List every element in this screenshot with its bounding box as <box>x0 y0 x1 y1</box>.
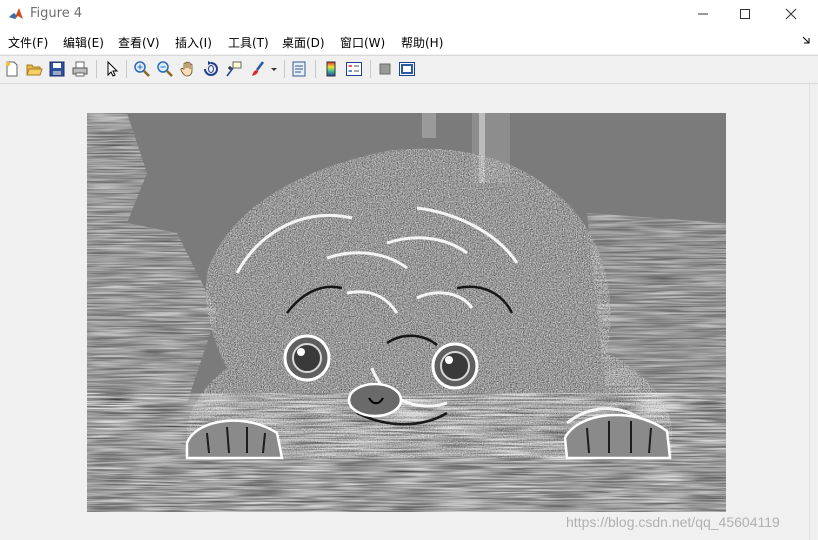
zoom-out-icon[interactable] <box>156 60 174 78</box>
edit-plot-pointer-icon[interactable] <box>103 60 121 78</box>
pan-hand-icon[interactable] <box>179 60 197 78</box>
close-icon <box>785 8 797 20</box>
toolbar-separator <box>96 60 97 78</box>
toolbar-separator <box>315 60 316 78</box>
hide-plot-tools-icon[interactable] <box>376 60 394 78</box>
zoom-in-icon[interactable] <box>133 60 151 78</box>
menu-help[interactable]: 帮助(H) <box>401 34 443 51</box>
title-bar: Figure 4 <box>0 0 818 28</box>
maximize-button[interactable] <box>722 0 768 28</box>
close-button[interactable] <box>768 0 814 28</box>
brush-icon[interactable] <box>249 60 267 78</box>
insert-colorbar-icon[interactable] <box>322 60 340 78</box>
window-title: Figure 4 <box>30 6 83 21</box>
watermark-text: https://blog.csdn.net/qq_45604119 <box>566 514 780 530</box>
menu-view[interactable]: 查看(V) <box>118 34 160 51</box>
menu-file[interactable]: 文件(F) <box>8 34 48 51</box>
rotate-3d-icon[interactable] <box>202 60 220 78</box>
toolbar-separator <box>126 60 127 78</box>
print-icon[interactable] <box>71 60 89 78</box>
brush-dropdown-icon[interactable] <box>270 60 278 78</box>
menu-insert[interactable]: 插入(I) <box>175 34 212 51</box>
insert-legend-icon[interactable] <box>345 60 363 78</box>
data-cursor-icon[interactable] <box>225 60 243 78</box>
toolbar-separator <box>370 60 371 78</box>
save-icon[interactable] <box>48 60 66 78</box>
link-plot-icon[interactable] <box>290 60 308 78</box>
window-right-edge <box>809 82 810 540</box>
menu-desktop[interactable]: 桌面(D) <box>282 34 325 51</box>
open-file-icon[interactable] <box>25 60 43 78</box>
figure-toolbar <box>0 55 818 84</box>
menu-tools[interactable]: 工具(T) <box>228 34 269 51</box>
matlab-logo-icon <box>8 6 24 22</box>
figure-image <box>87 113 726 512</box>
minimize-button[interactable] <box>680 0 726 28</box>
toolbar-separator <box>284 60 285 78</box>
minimize-icon <box>698 13 708 15</box>
maximize-icon <box>740 9 750 19</box>
menu-window[interactable]: 窗口(W) <box>340 34 385 51</box>
menu-arrow-icon[interactable] <box>802 36 810 47</box>
show-plot-tools-icon[interactable] <box>398 60 416 78</box>
new-figure-icon[interactable] <box>3 60 21 78</box>
menu-edit[interactable]: 编辑(E) <box>63 34 104 51</box>
menu-bar: 文件(F) 编辑(E) 查看(V) 插入(I) 工具(T) 桌面(D) 窗口(W… <box>0 28 818 54</box>
